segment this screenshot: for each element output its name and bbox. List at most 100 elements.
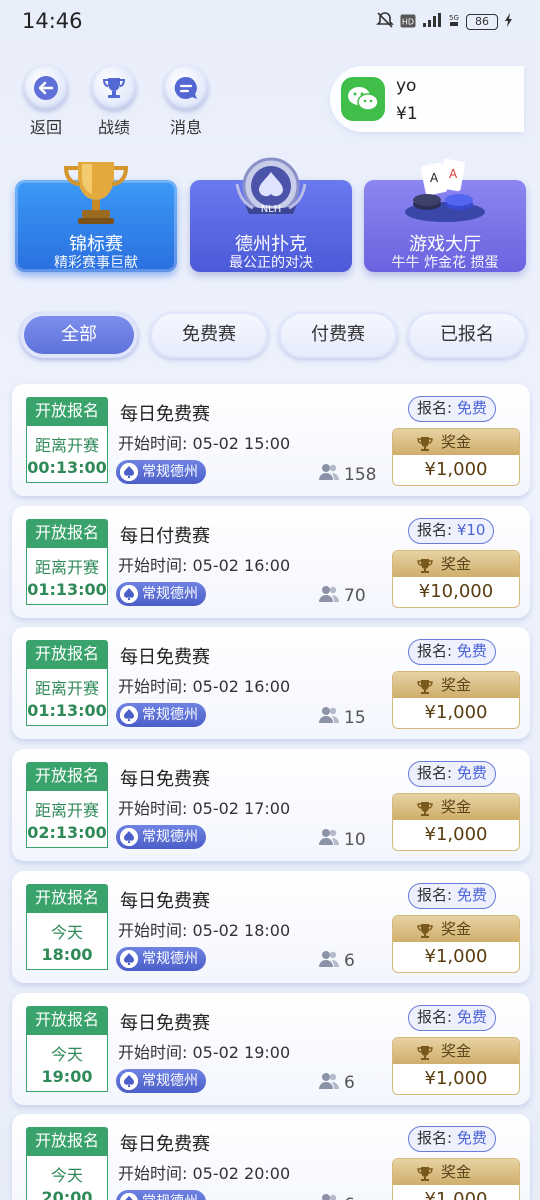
status-badge: 开放报名 — [26, 640, 108, 669]
mode-tournament[interactable]: 锦标赛 精彩赛事巨献 — [15, 162, 177, 272]
countdown-value: 19:00 — [41, 1066, 93, 1086]
trophy-icon — [92, 66, 136, 110]
entry-fee-value: 免费 — [456, 764, 487, 783]
game-type-tag: 常规德州 — [116, 460, 206, 484]
prize-label: 奖金 — [440, 1163, 471, 1182]
user-name: yo — [396, 76, 417, 96]
countdown-value: 20:00 — [41, 1188, 93, 1200]
tournament-card[interactable]: 开放报名 距离开赛 02:13:00 每日免费赛 开始时间: 05-02 17:00 常规… — [12, 749, 530, 862]
tournament-name: 每日免费赛 — [120, 404, 210, 425]
start-time: 开始时间: 05-02 16:00 — [118, 677, 291, 697]
trophy-icon — [417, 1164, 433, 1190]
prize-box[interactable]: 奖金 ¥1,000 — [392, 793, 520, 852]
countdown-box: 今天 20:00 — [26, 1155, 108, 1200]
trophy-icon — [417, 556, 433, 582]
countdown-label: 距离开赛 — [34, 557, 99, 577]
trophy-icon — [417, 921, 433, 947]
tab-free[interactable]: 免费赛 — [150, 312, 268, 358]
entry-fee-label: 报名: — [417, 642, 457, 661]
tournament-card[interactable]: 开放报名今天 20:00 每日免费赛开始时间: 05-02 20:00 常规德州 6 报名… — [12, 1114, 530, 1200]
trophy-icon — [417, 677, 433, 703]
status-badge: 开放报名 — [26, 1127, 108, 1156]
game-type-tag: 常规德州 — [116, 825, 206, 850]
record-label: 战绩 — [97, 118, 130, 137]
hd-icon: HD — [400, 13, 416, 32]
entry-fee-value: 免费 — [456, 642, 487, 661]
start-time: 开始时间: 05-02 15:00 — [118, 434, 291, 453]
prize-box[interactable]: 奖金 ¥1,000 — [392, 1036, 520, 1095]
start-time: 开始时间: 05-02 20:00 — [118, 1164, 291, 1184]
prize-box[interactable]: 奖金 ¥10,000 — [392, 549, 520, 608]
entry-fee-badge: 报名: 免费 — [408, 396, 496, 422]
tournament-name: 每日免费赛 — [120, 1134, 210, 1156]
entry-fee-label: 报名: — [417, 764, 457, 783]
status-bar: 14:46 HD 5G 86 — [0, 0, 540, 44]
mute-bell-icon — [376, 11, 394, 33]
countdown-label: 今天 — [50, 922, 83, 942]
countdown-label: 今天 — [50, 1044, 83, 1064]
tournament-card[interactable]: 开放报名距离开赛 00:13:00 每日免费赛开始时间: 05-02 15:00 常规… — [12, 384, 530, 496]
users-icon — [318, 1192, 340, 1200]
status-badge: 开放报名 — [26, 518, 108, 547]
prize-value: ¥10,000 — [418, 580, 494, 602]
back-icon — [24, 66, 68, 110]
player-count: 70 — [318, 584, 366, 609]
countdown-value: 01:13:00 — [27, 701, 107, 721]
svg-text:A: A — [449, 167, 458, 181]
countdown-box: 距离开赛 01:13:00 — [26, 546, 108, 605]
prize-label: 奖金 — [440, 676, 471, 695]
prize-header: 奖金 — [393, 794, 519, 821]
message-icon — [164, 66, 208, 110]
prize-box[interactable]: 奖金 ¥1,000 — [392, 914, 520, 973]
tournament-card[interactable]: 开放报名 距离开赛 01:13:00 每日付费赛 开始时间: 05-02 16:00 常规… — [12, 505, 530, 618]
tournament-card[interactable]: 开放报名 今天 18:00 每日免费赛 开始时间: 05-02 18:00 常规德州 6 报名… — [12, 870, 530, 983]
countdown-label: 距离开赛 — [34, 679, 99, 699]
player-count: 6 — [318, 1071, 355, 1096]
5g-icon: 5G — [448, 12, 460, 32]
status-badge: 开放报名 — [26, 397, 108, 425]
game-type-label: 常规德州 — [142, 1194, 198, 1200]
record-button[interactable]: 战绩 — [79, 66, 149, 138]
tournament-card[interactable]: 开放报名 今天 19:00 每日免费赛 开始时间: 05-02 19:00 常规德州 6 报名… — [12, 992, 530, 1105]
user-balance: ¥1 — [396, 104, 418, 124]
start-time: 开始时间: 05-02 17:00 — [118, 799, 291, 819]
user-card[interactable]: yo ¥1 — [330, 66, 524, 132]
countdown-label: 距离开赛 — [34, 436, 99, 455]
player-count: 15 — [318, 705, 366, 730]
game-type-label: 常规德州 — [142, 585, 198, 602]
mode-texas-holdem[interactable]: NLH 德州扑克 最公正的对决 — [190, 157, 352, 272]
mode-subtitle: 精彩赛事巨献 — [54, 255, 138, 271]
tab-registered[interactable]: 已报名 — [408, 312, 526, 358]
back-label: 返回 — [29, 118, 62, 137]
prize-box[interactable]: 奖金 ¥1,000 — [392, 428, 520, 486]
message-button[interactable]: 消息 — [151, 66, 221, 138]
countdown-box: 距离开赛 00:13:00 — [26, 425, 108, 483]
prize-header: 奖金 — [393, 1037, 519, 1064]
status-badge: 开放报名 — [26, 762, 108, 791]
prize-box[interactable]: 奖金 ¥1,000 — [392, 671, 520, 730]
mode-subtitle: 最公正的对决 — [229, 255, 313, 271]
countdown-value: 02:13:00 — [27, 823, 107, 843]
countdown-label: 距离开赛 — [34, 801, 99, 821]
game-type-tag: 常规德州 — [116, 703, 206, 728]
cards-chips-icon: AA — [397, 156, 493, 232]
countdown-value: 01:13:00 — [27, 579, 107, 599]
entry-fee-value: 免费 — [456, 1007, 487, 1026]
tab-all[interactable]: 全部 — [20, 312, 138, 358]
back-button[interactable]: 返回 — [11, 66, 81, 138]
prize-header: 奖金 — [393, 672, 519, 699]
tournament-card[interactable]: 开放报名 距离开赛 01:13:00 每日免费赛 开始时间: 05-02 16:00 常规… — [12, 627, 530, 740]
spade-icon — [120, 1193, 138, 1200]
start-time: 开始时间: 05-02 18:00 — [118, 920, 291, 940]
mode-game-lobby[interactable]: AA 游戏大厅 牛牛 炸金花 掼蛋 — [364, 158, 526, 272]
tournament-name: 每日免费赛 — [120, 1012, 210, 1034]
game-type-label: 常规德州 — [142, 950, 198, 967]
tab-paid[interactable]: 付费赛 — [279, 312, 397, 358]
entry-fee-label: 报名: — [417, 885, 457, 904]
start-time: 开始时间: 05-02 16:00 — [118, 555, 291, 575]
countdown-value: 00:13:00 — [27, 458, 107, 477]
prize-label: 奖金 — [440, 1041, 471, 1060]
entry-fee-badge: 报名: 免费 — [408, 639, 496, 666]
users-icon — [318, 1071, 340, 1096]
prize-box[interactable]: 奖金 ¥1,000 — [392, 1158, 520, 1200]
